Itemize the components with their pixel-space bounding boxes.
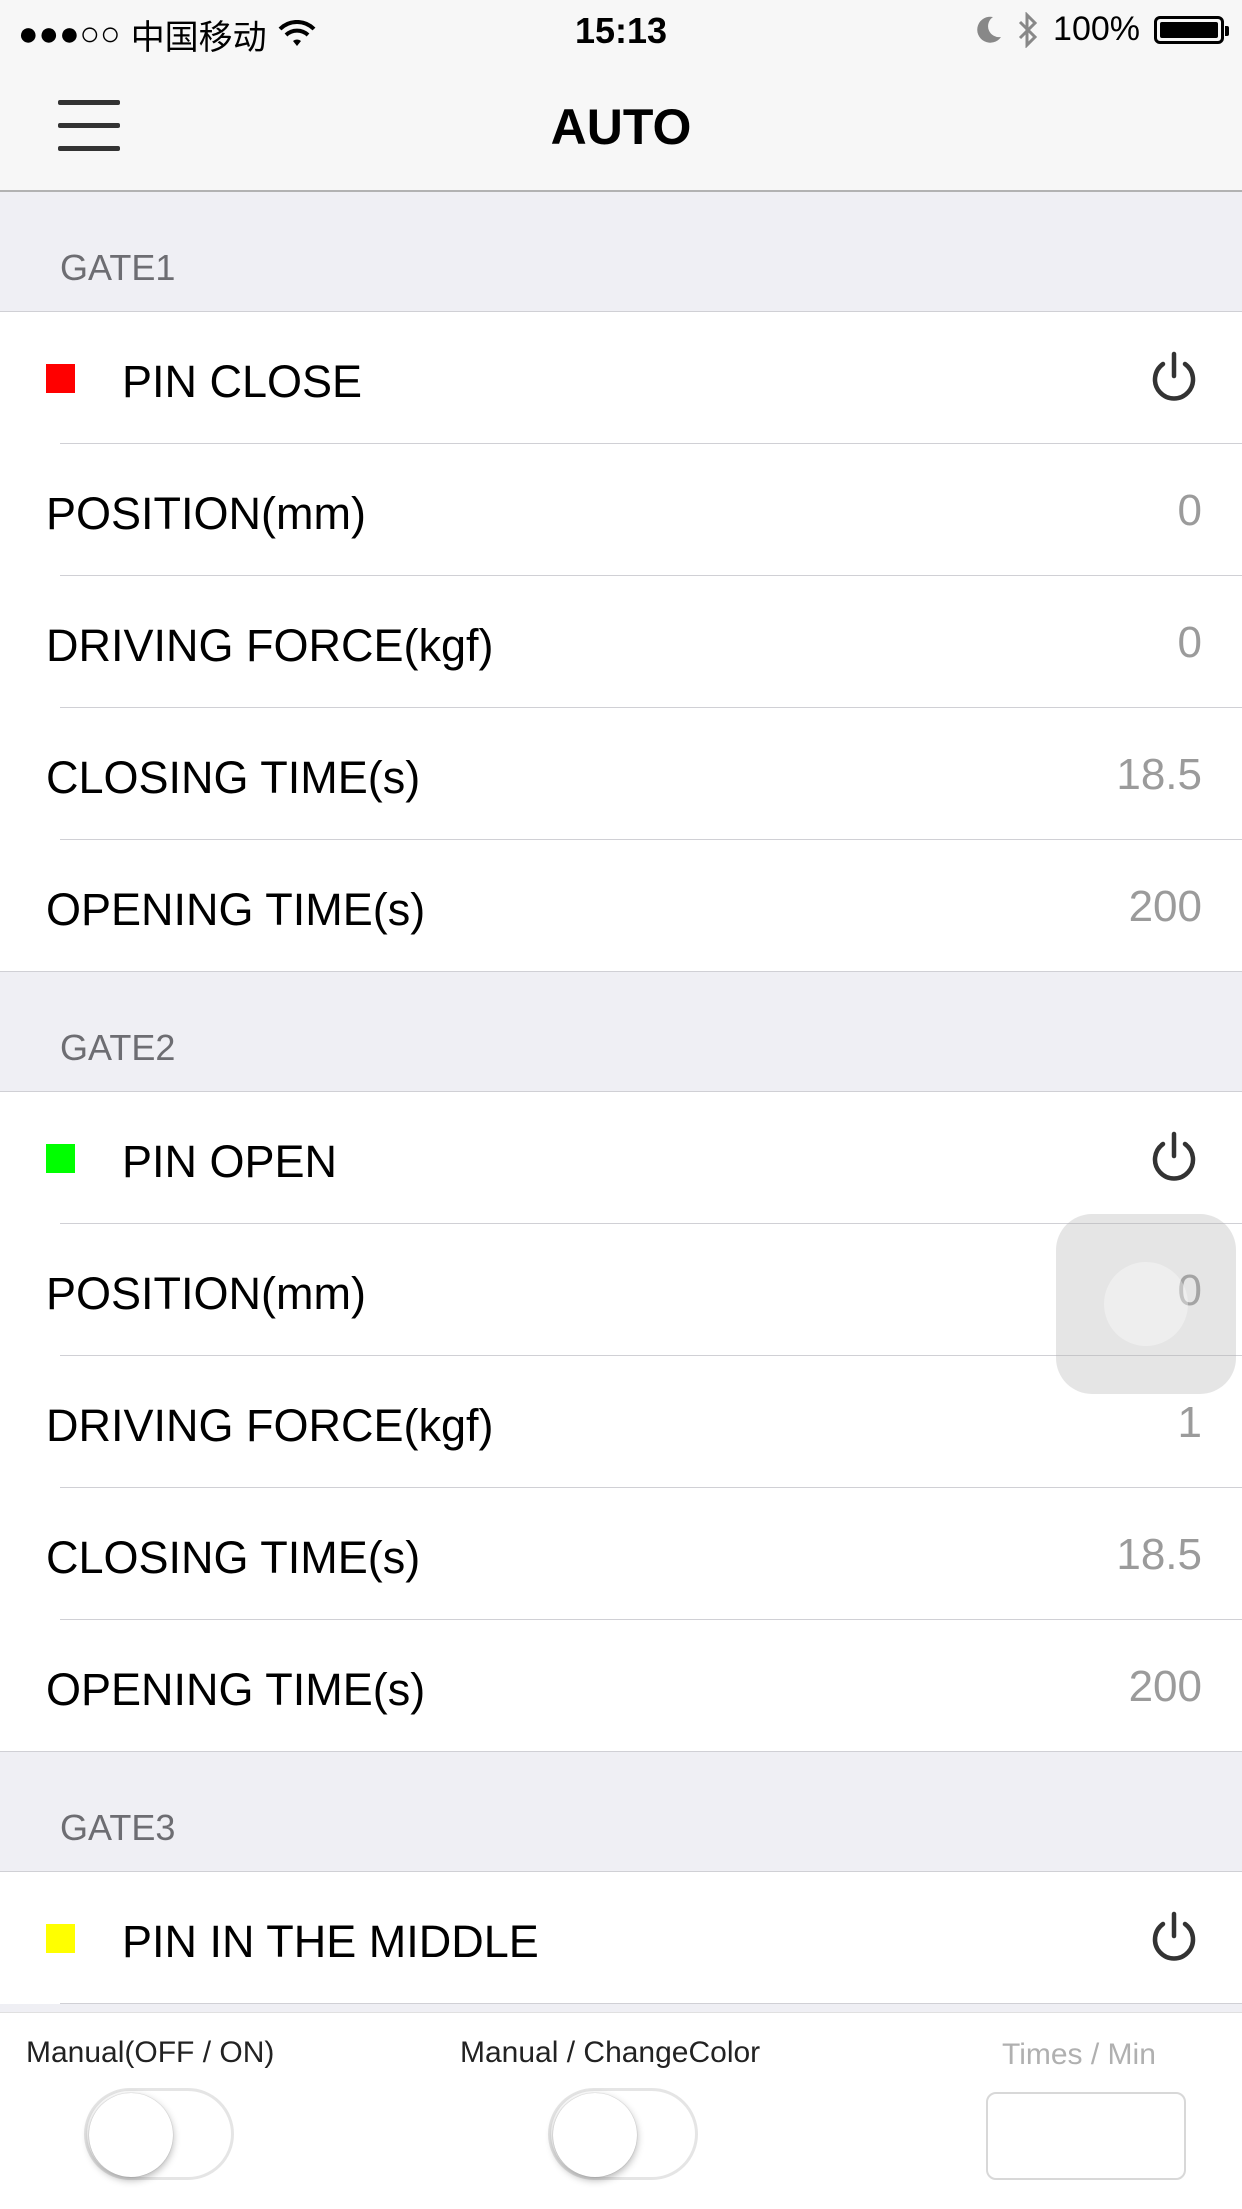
gate3-section-header: GATE3: [0, 1752, 1242, 1872]
row-value: 200: [1128, 882, 1202, 931]
row-label: POSITION(mm): [46, 488, 366, 539]
row-value: 0: [1177, 618, 1202, 667]
times-per-min-input[interactable]: [986, 2092, 1186, 2180]
row-value: 200: [1128, 1662, 1202, 1711]
row-label: POSITION(mm): [46, 1268, 366, 1319]
status-indicator: [46, 364, 75, 393]
table-row: POSITION(mm) 0: [0, 444, 1242, 576]
moon-icon: [977, 16, 1002, 43]
row-label: DRIVING FORCE(kgf): [46, 620, 494, 671]
gate-list: GATE1 PIN CLOSE POSITION(mm) 0 DRIVING F…: [0, 192, 1242, 2004]
table-row: CLOSING TIME(s) 18.5: [0, 1488, 1242, 1620]
row-label: CLOSING TIME(s): [46, 752, 421, 803]
gate2-section-header: GATE2: [0, 972, 1242, 1092]
status-bar-right: 100%: [975, 10, 1229, 49]
navigation-bar: AUTO: [0, 64, 1242, 192]
status-label: PIN CLOSE: [122, 356, 363, 407]
toggle-knob: [553, 2093, 637, 2177]
status-indicator: [46, 1144, 75, 1173]
assistive-touch-dot: [1104, 1262, 1188, 1346]
gate1-status-row: PIN CLOSE: [0, 312, 1242, 444]
row-value: 0: [1177, 486, 1202, 535]
row-value: 18.5: [1116, 1530, 1202, 1579]
table-row: DRIVING FORCE(kgf) 0: [0, 576, 1242, 708]
row-label: CLOSING TIME(s): [46, 1532, 421, 1583]
status-indicator: [46, 1924, 75, 1953]
battery-percent: 100%: [1053, 10, 1140, 48]
assistive-touch-button[interactable]: [1056, 1214, 1236, 1394]
table-row: OPENING TIME(s) 200: [0, 1620, 1242, 1752]
battery-icon: [1154, 15, 1229, 44]
change-color-toggle[interactable]: [548, 2088, 698, 2180]
section-title: GATE1: [60, 247, 176, 288]
power-icon[interactable]: [1146, 350, 1202, 406]
row-label: DRIVING FORCE(kgf): [46, 1400, 494, 1451]
row-value: 18.5: [1116, 750, 1202, 799]
row-value: 1: [1177, 1398, 1202, 1447]
row-label: OPENING TIME(s): [46, 884, 426, 935]
bluetooth-icon: [1018, 11, 1038, 48]
power-icon[interactable]: [1146, 1910, 1202, 1966]
change-color-toggle-label: Manual / ChangeColor: [460, 2036, 761, 2069]
row-label: OPENING TIME(s): [46, 1664, 426, 1715]
gate3-status-row: PIN IN THE MIDDLE: [0, 1872, 1242, 2004]
toggle-knob: [89, 2093, 173, 2177]
manual-toggle-label: Manual(OFF / ON): [26, 2036, 275, 2069]
table-row: DRIVING FORCE(kgf) 1: [0, 1356, 1242, 1488]
power-icon[interactable]: [1146, 1130, 1202, 1186]
status-label: PIN OPEN: [122, 1136, 338, 1187]
table-row: OPENING TIME(s) 200: [0, 840, 1242, 972]
page-title: AUTO: [550, 99, 692, 155]
times-per-min-label: Times / Min: [1002, 2038, 1156, 2071]
table-row: CLOSING TIME(s) 18.5: [0, 708, 1242, 840]
status-bar: ●●●○○ 中国移动 15:13 100%: [0, 0, 1242, 64]
gate1-section-header: GATE1: [0, 192, 1242, 312]
gate2-status-row: PIN OPEN: [0, 1092, 1242, 1224]
section-title: GATE2: [60, 1027, 176, 1068]
manual-toggle[interactable]: [84, 2088, 234, 2180]
status-label: PIN IN THE MIDDLE: [122, 1916, 539, 1967]
section-title: GATE3: [60, 1807, 176, 1848]
